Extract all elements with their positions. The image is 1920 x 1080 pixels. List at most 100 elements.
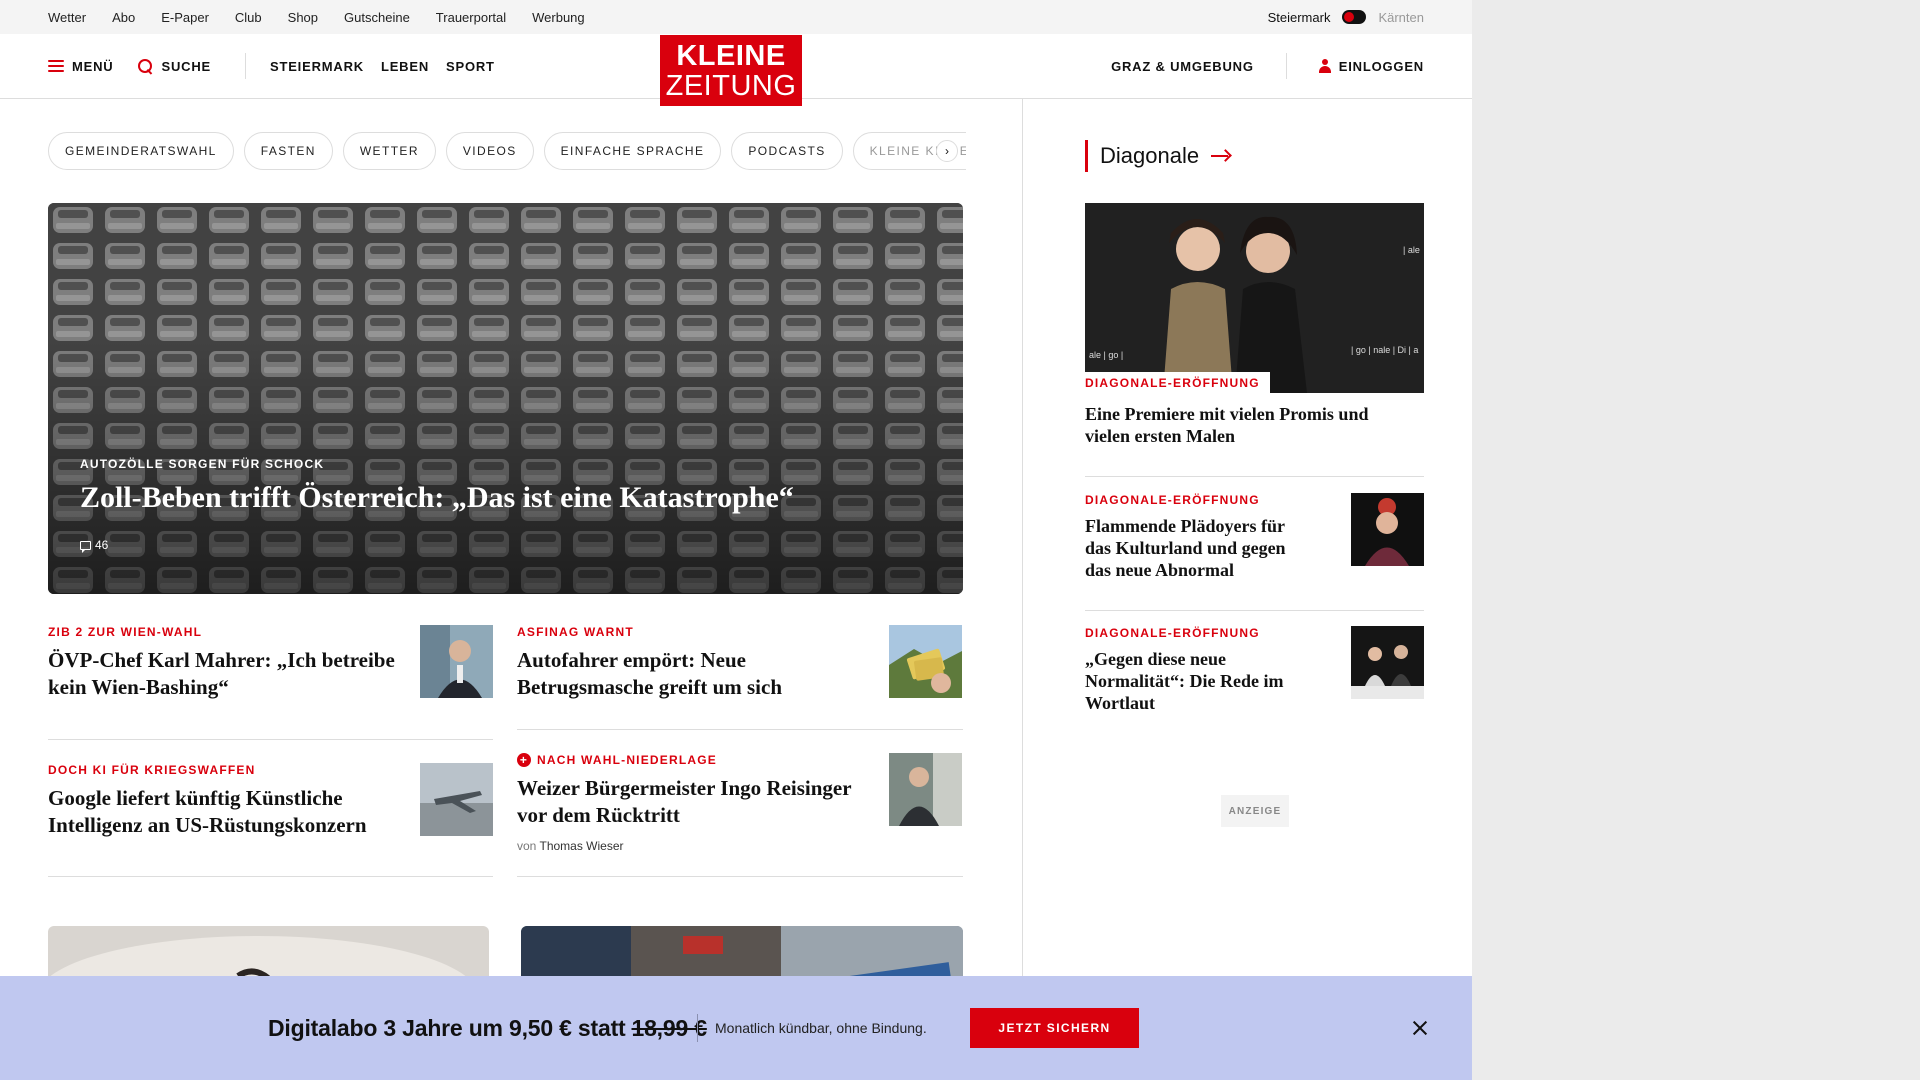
region-inactive-label[interactable]: Kärnten [1378, 10, 1424, 25]
svg-text:| ale: | ale [1403, 245, 1420, 255]
comment-icon [80, 540, 91, 553]
header-left: MENÜ SUCHE STEIERMARK LEBEN SPORT [48, 34, 495, 98]
teaser-weiz-reisinger[interactable]: + NACH WAHL-NIEDERLAGE Weizer Bürgermeis… [517, 753, 962, 853]
site-logo[interactable]: KLEINE ZEITUNG [660, 35, 802, 106]
user-icon [1318, 59, 1331, 73]
utility-links: Wetter Abo E-Paper Club Shop Gutscheine … [48, 0, 585, 34]
hamburger-icon [48, 60, 64, 72]
utility-link-club[interactable]: Club [235, 10, 262, 25]
menu-label: MENÜ [72, 58, 114, 74]
sidebar-main-image[interactable]: ale | go | | go | nale | Di | a | ale [1085, 203, 1424, 393]
teaser-byline: von Thomas Wieser [517, 839, 962, 853]
utility-link-epaper[interactable]: E-Paper [161, 10, 209, 25]
byline-prefix: von [517, 839, 537, 853]
hero-article[interactable]: AUTOZÖLLE SORGEN FÜR SCHOCK Zoll-Beben t… [48, 203, 963, 594]
page-gutter [1472, 0, 1920, 1080]
teaser-thumbnail [889, 753, 962, 826]
hero-overlay [48, 203, 963, 594]
svg-text:ale | go |: ale | go | [1089, 350, 1123, 360]
sidebar-teaser-rede[interactable]: DIAGONALE-ERÖFFNUNG „Gegen diese neue No… [1085, 626, 1424, 714]
page: Wetter Abo E-Paper Club Shop Gutscheine … [0, 0, 1472, 1080]
pills-next-button[interactable]: › [936, 140, 958, 162]
column-divider [1022, 99, 1023, 979]
utility-link-wetter[interactable]: Wetter [48, 10, 86, 25]
promo-cta-button[interactable]: JETZT SICHERN [970, 1008, 1139, 1048]
sidebar-teaser-thumbnail [1351, 493, 1424, 566]
byline-author[interactable]: Thomas Wieser [539, 839, 623, 853]
menu-button[interactable]: MENÜ [48, 59, 113, 74]
sidebar-divider [1085, 610, 1424, 611]
utility-link-shop[interactable]: Shop [288, 10, 318, 25]
pill-videos[interactable]: VIDEOS [445, 132, 534, 170]
search-icon [137, 58, 153, 74]
search-button[interactable]: SUCHE [137, 58, 211, 74]
nav-sport[interactable]: SPORT [446, 59, 495, 74]
sidebar-divider [1085, 476, 1424, 477]
teaser-divider [517, 876, 963, 877]
hero-comments[interactable]: 46 [80, 538, 109, 553]
search-label: SUCHE [161, 58, 211, 74]
login-button[interactable]: EINLOGGEN [1318, 58, 1424, 74]
pill-wetter[interactable]: WETTER [342, 132, 436, 170]
header-divider [1285, 53, 1287, 79]
pill-einfache-sprache[interactable]: EINFACHE SPRACHE [543, 132, 722, 170]
promo-offer-text: Digitalabo 3 Jahre um 9,50 € statt [268, 1014, 626, 1041]
region-toggle[interactable] [1342, 10, 1367, 24]
teaser-asfinag[interactable]: ASFINAG WARNT Autofahrer empört: Neue Be… [517, 625, 962, 701]
header-divider [245, 53, 246, 79]
utility-bar: Wetter Abo E-Paper Club Shop Gutscheine … [0, 0, 1472, 34]
close-icon[interactable] [1411, 1019, 1429, 1037]
logo-line2: ZEITUNG [665, 69, 797, 102]
utility-link-abo[interactable]: Abo [112, 10, 135, 25]
sidebar-teaser-thumbnail [1351, 626, 1424, 699]
pill-fasten[interactable]: FASTEN [243, 132, 333, 170]
utility-link-gutscheine[interactable]: Gutscheine [344, 10, 410, 25]
teaser-google-ki[interactable]: DOCH KI FÜR KRIEGSWAFFEN Google liefert … [48, 763, 493, 839]
teaser-karl-mahrer[interactable]: ZIB 2 ZUR WIEN-WAHL ÖVP-Chef Karl Mahrer… [48, 625, 493, 701]
hero-headline[interactable]: Zoll-Beben trifft Österreich: „Das ist e… [80, 479, 940, 517]
nav-leben[interactable]: LEBEN [381, 59, 429, 74]
hero-kicker: AUTOZÖLLE SORGEN FÜR SCHOCK [80, 457, 325, 471]
region-switch: Steiermark Kärnten [1268, 0, 1424, 34]
chevron-right-icon: › [945, 144, 949, 158]
teaser-title[interactable]: Autofahrer empört: Neue Betrugsmasche gr… [517, 647, 877, 701]
teaser-kicker: NACH WAHL-NIEDERLAGE [537, 753, 717, 767]
hero-comment-count: 46 [95, 538, 109, 552]
teaser-thumbnail [889, 625, 962, 698]
teaser-title[interactable]: ÖVP-Chef Karl Mahrer: „Ich betreibe kein… [48, 647, 408, 701]
toggle-knob-icon [1344, 12, 1355, 22]
subscription-banner: Digitalabo 3 Jahre um 9,50 € statt 18,99… [0, 976, 1472, 1080]
sidebar-main-kicker: DIAGONALE-ERÖFFNUNG [1085, 372, 1270, 393]
logo-line1: KLEINE [676, 39, 786, 72]
pill-gemeinderatswahl[interactable]: GEMEINDERATSWAHL [48, 132, 234, 170]
teaser-title[interactable]: Google liefert künftig Künstliche Intell… [48, 785, 408, 839]
teaser-divider [48, 876, 493, 877]
teaser-title[interactable]: Weizer Bürgermeister Ingo Reisinger vor … [517, 775, 877, 829]
nav-steiermark[interactable]: STEIERMARK [270, 59, 364, 74]
promo-old-price: 18,99 € [631, 1014, 708, 1041]
svg-text:| go | nale | Di | a: | go | nale | Di | a [1351, 345, 1418, 355]
utility-link-werbung[interactable]: Werbung [532, 10, 585, 25]
ad-label: ANZEIGE [1221, 795, 1289, 827]
promo-offer: Digitalabo 3 Jahre um 9,50 € statt 18,99… [268, 976, 707, 1080]
sidebar-teaser-plaedoyers[interactable]: DIAGONALE-ERÖFFNUNG Flammende Plädoyers … [1085, 493, 1424, 581]
arrow-right-icon [1211, 149, 1231, 163]
teaser-thumbnail [420, 625, 493, 698]
teaser-divider [48, 739, 493, 740]
utility-link-trauerportal[interactable]: Trauerportal [436, 10, 506, 25]
pill-podcasts[interactable]: PODCASTS [731, 132, 843, 170]
region-active-label[interactable]: Steiermark [1268, 10, 1331, 25]
main-header: MENÜ SUCHE STEIERMARK LEBEN SPORT KLEINE… [0, 34, 1472, 106]
sidebar-teaser-title[interactable]: „Gegen diese neue Normalität“: Die Rede … [1085, 648, 1315, 714]
teaser-thumbnail [420, 763, 493, 836]
sidebar-main-title[interactable]: Eine Premiere mit vielen Promis und viel… [1085, 403, 1385, 447]
header-right: GRAZ & UMGEBUNG EINLOGGEN [1111, 34, 1424, 98]
promo-note: Monatlich kündbar, ohne Bindung. [715, 1020, 927, 1036]
premium-plus-icon: + [517, 753, 531, 767]
teaser-divider [517, 729, 963, 730]
login-label: EINLOGGEN [1338, 58, 1424, 74]
sidebar-heading-link[interactable]: Diagonale [1085, 140, 1231, 172]
heading-accent-bar [1085, 140, 1088, 172]
sidebar-teaser-title[interactable]: Flammende Plädoyers für das Kulturland u… [1085, 515, 1315, 581]
nav-graz-umgebung[interactable]: GRAZ & UMGEBUNG [1111, 59, 1254, 74]
